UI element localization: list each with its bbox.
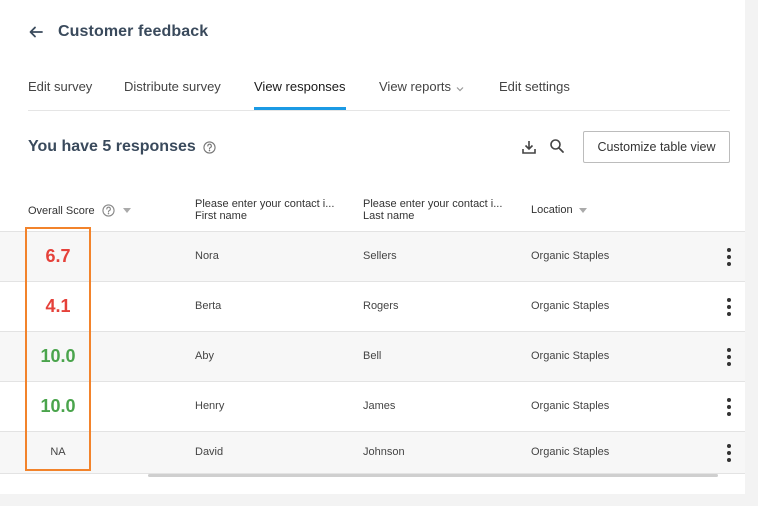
table-row[interactable]: NA David Johnson Organic Staples	[0, 432, 745, 474]
last-name-cell: Rogers	[363, 300, 399, 312]
score-column-highlight	[25, 227, 91, 471]
column-header-question: Please enter your contact i...	[195, 198, 335, 210]
first-name-cell: Henry	[195, 400, 225, 412]
horizontal-scrollbar[interactable]	[148, 474, 718, 477]
first-name-cell: Nora	[195, 250, 219, 262]
last-name-cell: Bell	[363, 350, 382, 362]
column-header-question: Please enter your contact i...	[363, 198, 503, 210]
first-name-cell: Aby	[195, 350, 214, 362]
tab-bar: Edit survey Distribute survey View respo…	[28, 74, 730, 111]
location-cell: Organic Staples	[531, 446, 610, 458]
table-row[interactable]: 10.0 Henry James Organic Staples	[0, 382, 745, 432]
table-header: Overall Score Please enter your contact …	[0, 190, 745, 232]
first-name-cell: David	[195, 446, 224, 458]
page-header: Customer feedback	[28, 20, 208, 44]
help-icon[interactable]	[203, 140, 216, 154]
column-header-label: Location	[531, 204, 573, 216]
tab-view-responses[interactable]: View responses	[254, 79, 346, 110]
tab-distribute-survey[interactable]: Distribute survey	[124, 79, 221, 110]
last-name-cell: Sellers	[363, 250, 397, 262]
more-vertical-icon[interactable]	[722, 398, 736, 416]
last-name-cell: Johnson	[363, 446, 405, 458]
location-cell: Organic Staples	[531, 350, 610, 362]
page-title: Customer feedback	[58, 23, 209, 40]
tab-edit-survey[interactable]: Edit survey	[28, 79, 92, 110]
sort-icon[interactable]	[578, 207, 587, 213]
column-header-overall-score[interactable]: Overall Score	[28, 204, 131, 217]
column-header-last-name[interactable]: Please enter your contact i... Last name	[363, 198, 502, 222]
help-icon[interactable]	[102, 204, 115, 217]
search-icon[interactable]	[549, 138, 565, 159]
back-arrow-icon[interactable]	[28, 23, 46, 41]
responses-count-title: You have 5 responses	[28, 138, 196, 155]
table-row[interactable]: 6.7 Nora Sellers Organic Staples	[0, 232, 745, 282]
location-cell: Organic Staples	[531, 300, 610, 312]
location-cell: Organic Staples	[531, 250, 610, 262]
column-header-subfield: Last name	[363, 210, 415, 222]
column-header-first-name[interactable]: Please enter your contact i... First nam…	[195, 198, 334, 222]
column-header-subfield: First name	[195, 210, 247, 222]
first-name-cell: Berta	[195, 300, 222, 312]
table-row[interactable]: 4.1 Berta Rogers Organic Staples	[0, 282, 745, 332]
column-header-location[interactable]: Location	[531, 204, 587, 216]
more-vertical-icon[interactable]	[722, 298, 736, 316]
tab-edit-settings[interactable]: Edit settings	[499, 79, 570, 110]
chevron-down-icon	[456, 80, 464, 95]
customize-table-view-button[interactable]: Customize table view	[583, 131, 730, 163]
tab-view-reports-label: View reports	[379, 79, 452, 94]
responses-heading: You have 5 responses	[28, 138, 216, 156]
table-row[interactable]: 10.0 Aby Bell Organic Staples	[0, 332, 745, 382]
more-vertical-icon[interactable]	[722, 444, 736, 462]
column-header-label: Overall Score	[28, 204, 95, 217]
last-name-cell: James	[363, 400, 396, 412]
download-icon[interactable]	[521, 139, 537, 160]
more-vertical-icon[interactable]	[722, 348, 736, 366]
tab-view-reports[interactable]: View reports	[379, 79, 464, 110]
sort-icon[interactable]	[122, 208, 131, 213]
location-cell: Organic Staples	[531, 400, 610, 412]
main-panel: Customer feedback Edit survey Distribute…	[0, 0, 745, 494]
more-vertical-icon[interactable]	[722, 248, 736, 266]
